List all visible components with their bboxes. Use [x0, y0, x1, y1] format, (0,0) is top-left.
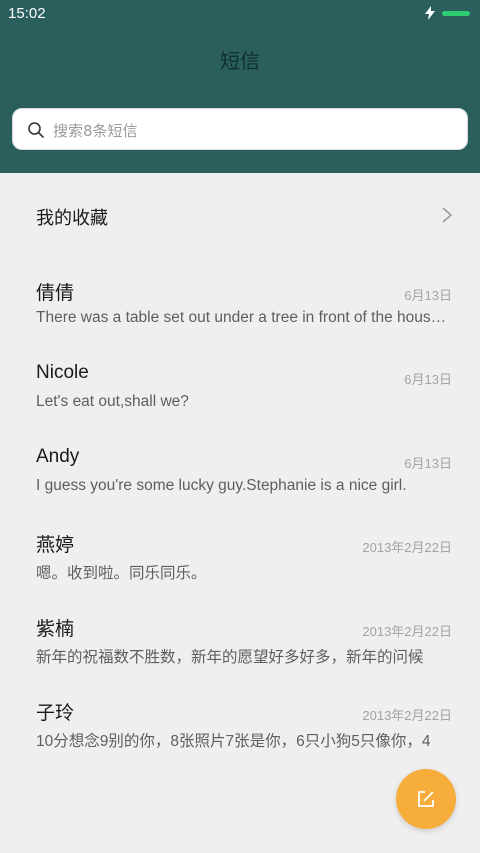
chevron-right-icon: [442, 207, 453, 223]
message-preview: I guess you're some lucky guy.Stephanie …: [36, 477, 407, 494]
search-icon: [28, 122, 44, 138]
favorites-row[interactable]: 我的收藏: [0, 178, 480, 250]
contact-name: 倩倩: [36, 283, 75, 304]
battery-icon: [442, 11, 470, 16]
message-preview: Let's eat out,shall we?: [36, 393, 189, 410]
message-date: 2013年2月22日: [362, 708, 452, 723]
contact-name: Andy: [36, 446, 80, 467]
message-item[interactable]: 紫楠 2013年2月22日 新年的祝福数不胜数，新年的愿望好多好多，新年的问候: [0, 602, 480, 686]
contact-name: 紫楠: [36, 619, 75, 640]
favorites-label: 我的收藏: [36, 208, 108, 229]
message-preview: 新年的祝福数不胜数，新年的愿望好多好多，新年的问候: [36, 649, 424, 666]
app-header: 15:02 短信 搜索8条短信: [0, 0, 480, 173]
page-title: 短信: [220, 49, 260, 73]
search-placeholder: 搜索8条短信: [53, 122, 138, 140]
message-preview: 10分想念9别的你，8张照片7张是你，6只小狗5只像你，4: [36, 733, 431, 750]
contact-name: Nicole: [36, 362, 89, 383]
message-item[interactable]: 子玲 2013年2月22日 10分想念9别的你，8张照片7张是你，6只小狗5只像…: [0, 686, 480, 770]
message-item[interactable]: 倩倩 6月13日 There was a table set out under…: [0, 266, 480, 350]
message-item[interactable]: 燕婷 2013年2月22日 嗯。收到啦。同乐同乐。: [0, 518, 480, 602]
charging-icon: [425, 6, 435, 20]
message-date: 6月13日: [404, 372, 452, 387]
search-input[interactable]: 搜索8条短信: [12, 108, 468, 150]
message-item[interactable]: Andy 6月13日 I guess you're some lucky guy…: [0, 434, 480, 518]
message-preview: There was a table set out under a tree i…: [36, 309, 451, 326]
message-date: 2013年2月22日: [362, 624, 452, 639]
message-date: 6月13日: [404, 456, 452, 471]
message-date: 6月13日: [404, 288, 452, 303]
message-date: 2013年2月22日: [362, 540, 452, 555]
compose-icon: [418, 791, 434, 807]
compose-button[interactable]: [396, 769, 456, 829]
contact-name: 燕婷: [36, 535, 75, 556]
contact-name: 子玲: [36, 703, 75, 724]
status-time: 15:02: [8, 5, 46, 22]
message-preview: 嗯。收到啦。同乐同乐。: [36, 565, 207, 582]
message-item[interactable]: Nicole 6月13日 Let's eat out,shall we?: [0, 350, 480, 434]
